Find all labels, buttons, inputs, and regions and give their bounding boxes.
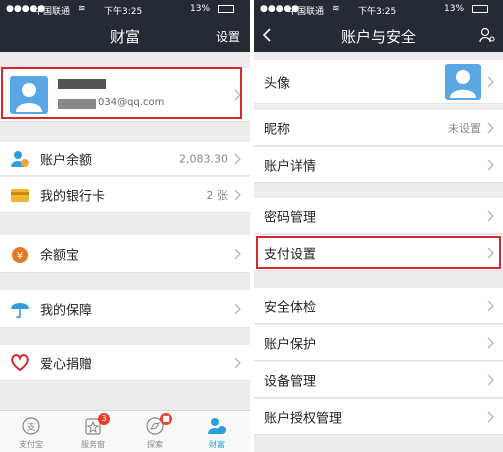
row-label: 账户授权管理: [264, 411, 343, 426]
row-label: 爱心捐赠: [40, 357, 93, 372]
list-item-account-protection[interactable]: 账户保护: [254, 325, 503, 361]
list-item-charity[interactable]: 爱心捐赠: [0, 345, 250, 381]
chevron-right-icon: [234, 302, 241, 315]
avatar: [445, 64, 481, 100]
alipay-tab-icon: 支: [22, 417, 40, 435]
wealth-screen: ●●●●● 中国联通 ≋ 下午3:25 13% 财富 设置 034@qq.com…: [0, 0, 250, 452]
balance-value: 2,083.30: [179, 152, 228, 165]
chevron-right-icon: [487, 299, 494, 312]
tab-service-window[interactable]: 3 服务窗: [62, 411, 124, 452]
bank-card-count: 2 张: [206, 188, 229, 202]
bank-card-icon: [11, 188, 29, 202]
chevron-right-icon: [487, 121, 494, 134]
nav-bar: 账户与安全: [254, 18, 503, 52]
chevron-right-icon: [234, 247, 241, 260]
row-label: 昵称: [264, 122, 291, 137]
page-title: 财富: [109, 28, 140, 46]
time-label: 下午3:25: [104, 7, 143, 17]
status-bar: ●●●●● 中国联通 ≋ 下午3:25 13%: [254, 0, 503, 18]
umbrella-icon: [11, 302, 29, 318]
wealth-tab-icon: [208, 418, 226, 434]
tab-label: 服务窗: [81, 440, 105, 449]
tab-alipay[interactable]: 支 支付宝: [0, 411, 62, 452]
chevron-right-icon: [487, 209, 494, 222]
row-label: 账户余额: [40, 153, 93, 168]
tab-explore[interactable]: ■ 探索: [124, 411, 186, 452]
row-label: 设备管理: [264, 374, 317, 389]
chevron-right-icon: [234, 152, 241, 165]
list-item-avatar[interactable]: 头像: [254, 60, 503, 104]
list-item-bank-card[interactable]: 我的银行卡 2 张: [0, 177, 250, 213]
time-label: 下午3:25: [358, 7, 397, 17]
chevron-right-icon: [487, 75, 494, 88]
wifi-icon: ≋: [332, 4, 340, 14]
highlight-box-profile: [1, 67, 242, 119]
row-label: 密码管理: [264, 210, 317, 225]
yuebao-icon: ¥: [12, 246, 28, 263]
battery-label: 13%: [190, 4, 211, 14]
svg-text:¥: ¥: [17, 251, 23, 262]
svg-text:支: 支: [26, 421, 35, 433]
battery-icon: [472, 5, 488, 13]
page-title: 账户与安全: [340, 28, 416, 46]
list-item-protection[interactable]: 我的保障: [0, 290, 250, 328]
list-item-balance[interactable]: 账户余额 2,083.30: [0, 142, 250, 176]
nickname-value: 未设置: [448, 121, 481, 135]
list-item-yuebao[interactable]: ¥ 余额宝: [0, 235, 250, 273]
status-bar: ●●●●● 中国联通 ≋ 下午3:25 13%: [0, 0, 250, 18]
row-label: 我的银行卡: [40, 189, 106, 204]
chevron-right-icon: [487, 336, 494, 349]
list-item-security-check[interactable]: 安全体检: [254, 288, 503, 324]
list-item-authorization-management[interactable]: 账户授权管理: [254, 399, 503, 435]
nav-bar: 财富 设置: [0, 18, 250, 52]
tab-wealth[interactable]: 财富: [186, 411, 248, 452]
highlight-box-payment-settings: [256, 236, 501, 269]
chevron-right-icon: [487, 410, 494, 423]
row-label: 账户详情: [264, 159, 317, 174]
row-label: 安全体检: [264, 300, 317, 315]
heart-icon: [11, 353, 29, 371]
settings-button[interactable]: 设置: [216, 28, 240, 45]
carrier-label: 中国联通: [34, 7, 71, 17]
list-item-password[interactable]: 密码管理: [254, 198, 503, 234]
list-item-account-details[interactable]: 账户详情: [254, 147, 503, 183]
row-label: 账户保护: [264, 337, 317, 352]
battery-icon: [218, 5, 234, 13]
chevron-right-icon: [487, 158, 494, 171]
tab-label: 财富: [209, 440, 225, 449]
balance-icon: [11, 150, 29, 167]
tab-badge: 3: [98, 413, 110, 425]
row-label: 我的保障: [40, 303, 93, 318]
chevron-right-icon: [487, 373, 494, 386]
battery-label: 13%: [444, 4, 465, 14]
chevron-right-icon: [234, 356, 241, 369]
chevron-right-icon: [234, 188, 241, 201]
row-label: 头像: [264, 76, 291, 91]
explore-new-badge: ■: [160, 413, 172, 425]
wifi-icon: ≋: [78, 4, 86, 14]
tab-label: 探索: [147, 440, 163, 449]
account-security-screen: ●●●●● 中国联通 ≋ 下午3:25 13% 账户与安全 头像 昵称 未设置 …: [254, 0, 503, 452]
carrier-label: 中国联通: [288, 7, 325, 17]
list-item-device-management[interactable]: 设备管理: [254, 362, 503, 398]
list-item-nickname[interactable]: 昵称 未设置: [254, 110, 503, 146]
user-settings-icon[interactable]: [479, 27, 495, 43]
tab-label: 支付宝: [19, 440, 43, 449]
row-label: 余额宝: [40, 248, 80, 263]
tab-bar: 支 支付宝 3 服务窗 ■ 探索 财富: [0, 410, 250, 452]
